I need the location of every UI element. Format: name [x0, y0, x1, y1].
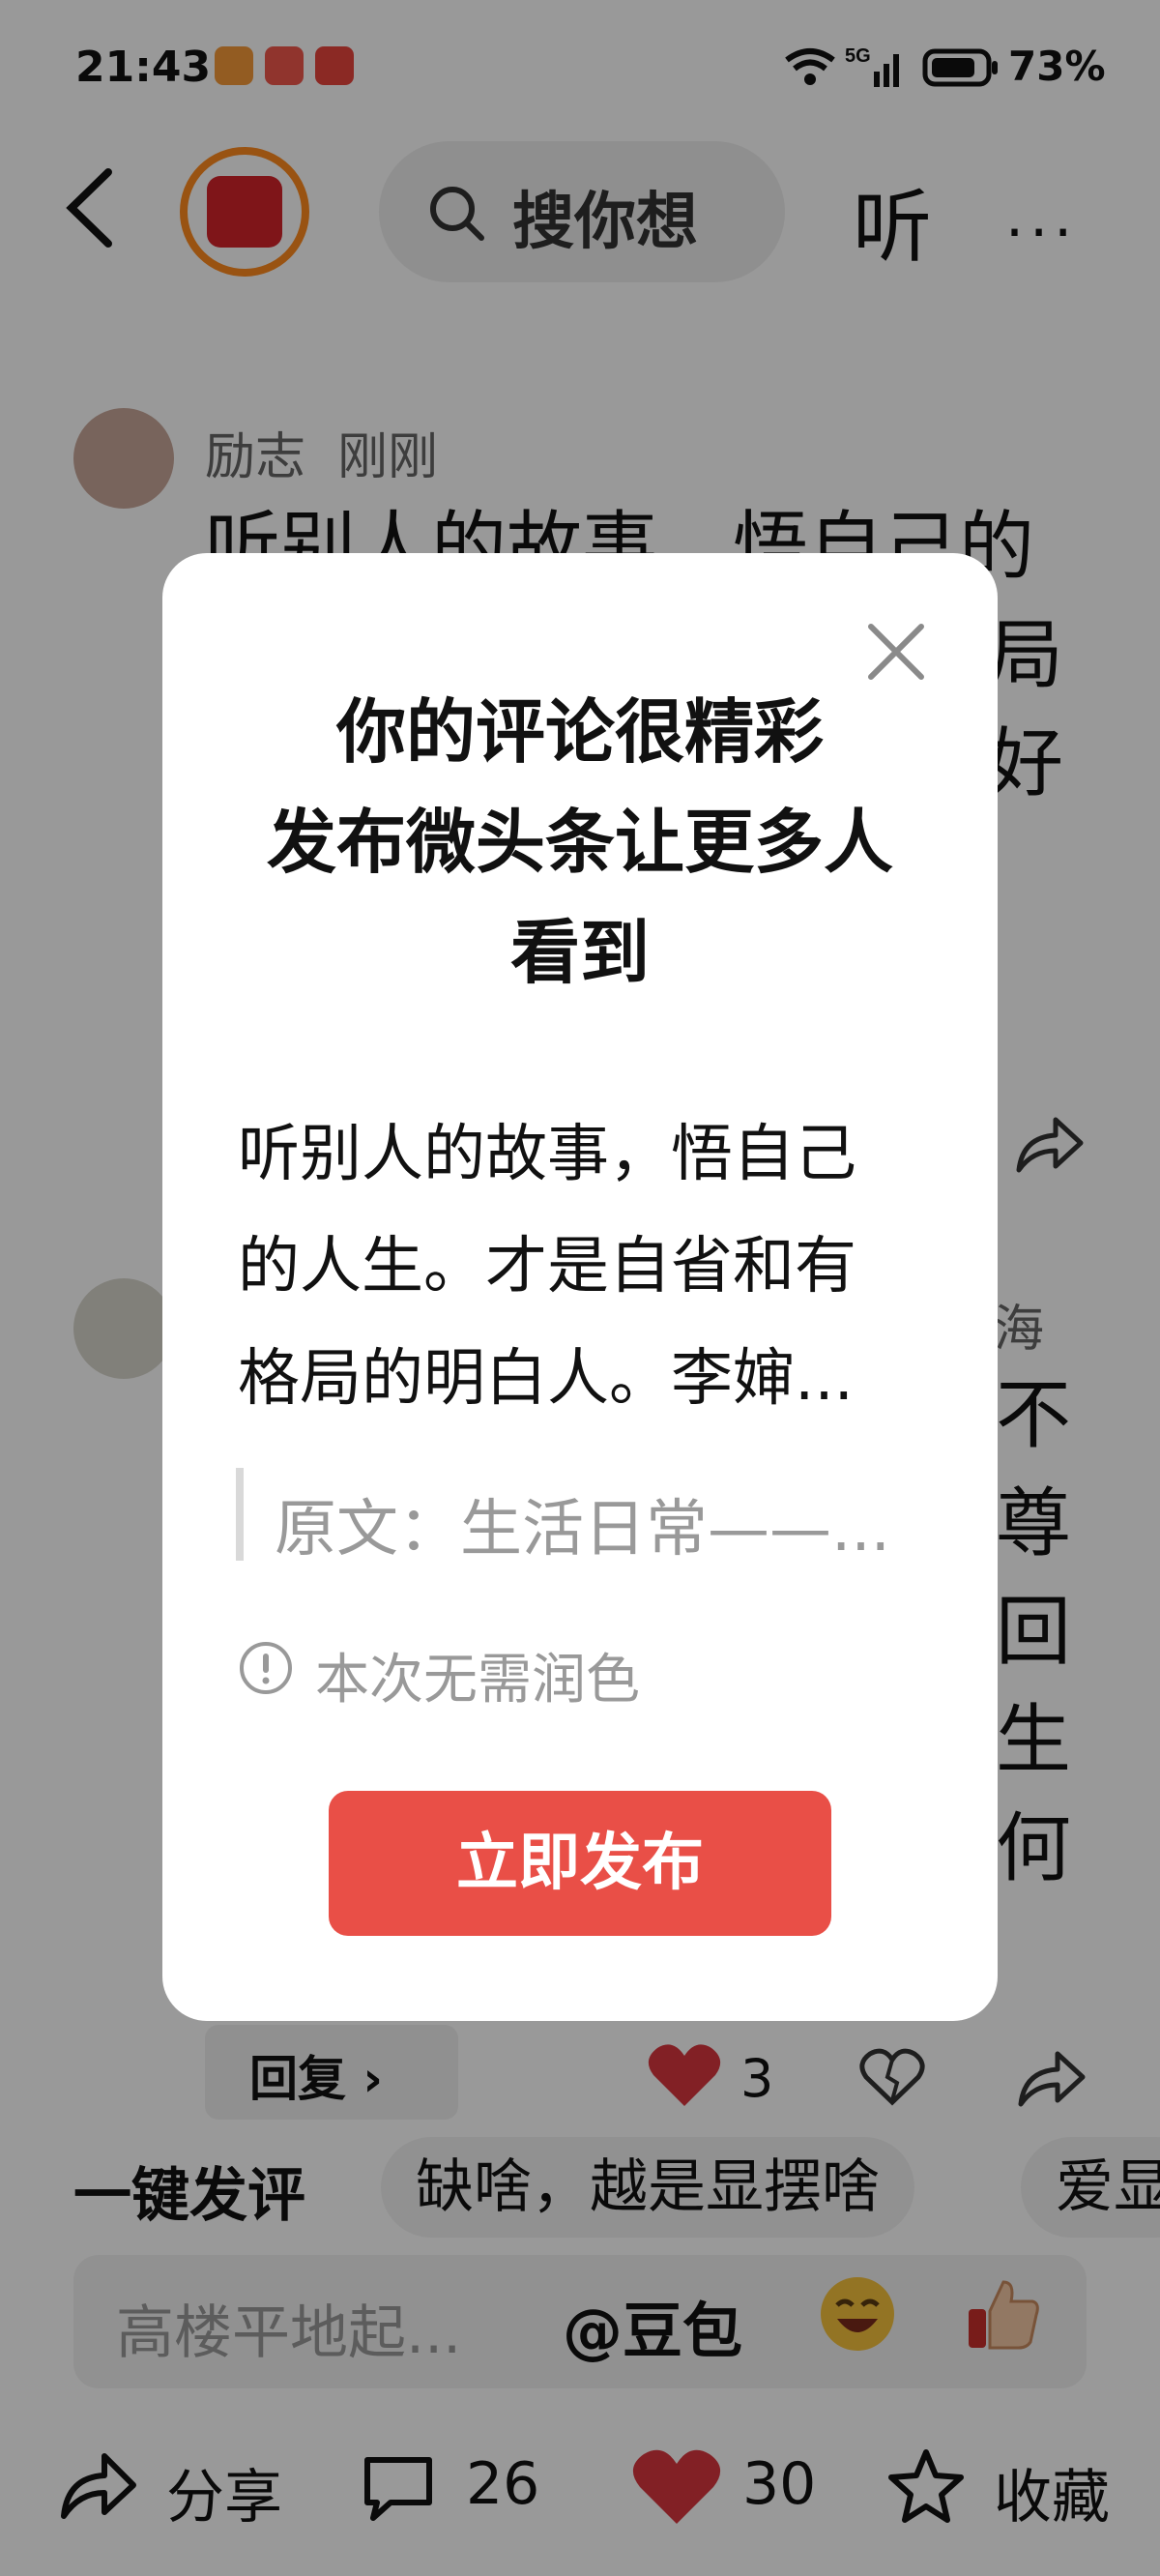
dialog-title: 你的评论很精彩 发布微头条让更多人 看到: [162, 677, 998, 1008]
original-quote: 原文：生活日常——...: [275, 1494, 891, 1566]
dialog-title-line: 你的评论很精彩: [335, 691, 824, 773]
no-polish-notice: 本次无需润色: [315, 1649, 640, 1712]
dialog-title-line: 发布微头条让更多人: [266, 802, 893, 883]
close-icon: [868, 624, 924, 680]
publish-now-button[interactable]: 立即发布: [329, 1791, 831, 1936]
dialog-title-line: 看到: [509, 912, 650, 993]
dialog-body-line: 听别人的故事，悟自己: [238, 1119, 856, 1190]
dialog-body: 听别人的故事，悟自己 的人生。才是自省和有 格局的明白人。李婶...: [238, 1098, 934, 1435]
close-button[interactable]: [863, 619, 929, 685]
dialog-body-line: 的人生。才是自省和有: [238, 1231, 856, 1303]
quote-bar: [236, 1468, 244, 1561]
modal-backdrop-lower: [0, 2098, 1160, 2576]
info-icon: [238, 1640, 294, 1696]
dialog-body-line: 格局的明白人。李婶...: [238, 1343, 855, 1415]
